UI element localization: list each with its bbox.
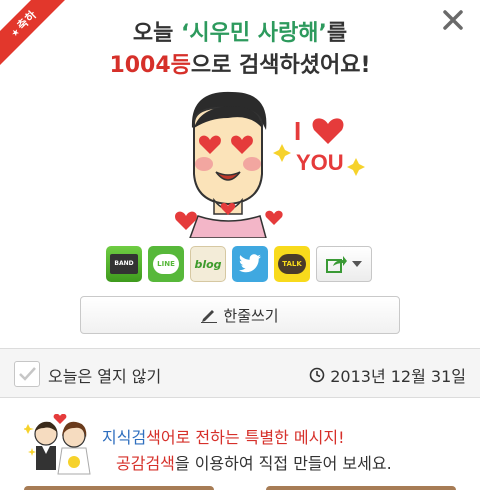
headline-line2-text: 으로 검색하셨어요! [190, 53, 371, 78]
headline-line-1: 오늘 ‘시우민 사랑해’를 [0, 18, 480, 50]
kakaotalk-icon: TALK [278, 254, 306, 274]
result-headline: 오늘 ‘시우민 사랑해’를 1004등으로 검색하셨어요! [0, 18, 480, 82]
options-bar: 오늘은 열지 않기 2013년 12월 31일 [0, 349, 480, 397]
dont-open-today-label[interactable]: 오늘은 열지 않기 [48, 363, 161, 387]
sticker-text-you: YOU [296, 150, 344, 175]
date-text: 2013년 12월 31일 [330, 367, 466, 386]
write-comment-label: 한줄쓰기 [223, 306, 279, 325]
line-icon: LINE [153, 254, 179, 274]
write-comment-button[interactable]: 한줄쓰기 [80, 296, 400, 334]
headline-line-2: 1004등으로 검색하셨어요! [0, 50, 480, 82]
headline-suffix: 를 [326, 21, 348, 46]
search-term: ‘시우민 사랑해’ [181, 21, 327, 46]
promo-subtitle-text: 을 이용하여 직접 만들어 보세요. [174, 454, 392, 473]
band-icon: BAND [110, 254, 138, 274]
search-rank: 1004등 [109, 53, 191, 78]
promo-title-text: 색어로 전하는 특별한 메시지! [146, 428, 345, 447]
pencil-icon [201, 310, 218, 323]
promo-banner[interactable]: 지식검색어로 전하는 특별한 메시지! 공감검색을 이용하여 직접 만들어 보세… [0, 398, 480, 490]
share-arrow-icon [326, 256, 347, 273]
share-buttons: BAND LINE blog TALK [106, 246, 372, 282]
bottom-button-left[interactable] [24, 486, 214, 490]
clock-icon [309, 367, 325, 383]
bottom-buttons [24, 486, 456, 490]
chevron-down-icon [352, 261, 362, 267]
couple-illustration [24, 414, 91, 475]
promo-subtitle: 공감검색을 이용하여 직접 만들어 보세요. [116, 450, 392, 474]
sticker-text-i: I [294, 116, 301, 146]
checkmark-icon [19, 367, 36, 381]
share-kakaotalk-button[interactable]: TALK [274, 246, 310, 282]
share-line-button[interactable]: LINE [148, 246, 184, 282]
dont-open-today-checkbox[interactable] [14, 361, 40, 387]
bottom-button-right[interactable] [266, 486, 456, 490]
blog-icon: blog [194, 257, 222, 271]
share-more-dropdown[interactable] [316, 246, 372, 282]
empathy-search-link[interactable]: 공감검색 [116, 454, 175, 473]
love-sticker: I YOU [175, 91, 365, 238]
share-band-button[interactable]: BAND [106, 246, 142, 282]
date-display: 2013년 12월 31일 [309, 363, 466, 387]
share-blog-button[interactable]: blog [190, 246, 226, 282]
headline-prefix: 오늘 [132, 21, 182, 46]
promo-title: 지식검색어로 전하는 특별한 메시지! [102, 424, 344, 448]
share-twitter-button[interactable] [232, 246, 268, 282]
promo-strike-text: 지식검 [102, 428, 147, 447]
twitter-bird-icon [239, 254, 261, 273]
